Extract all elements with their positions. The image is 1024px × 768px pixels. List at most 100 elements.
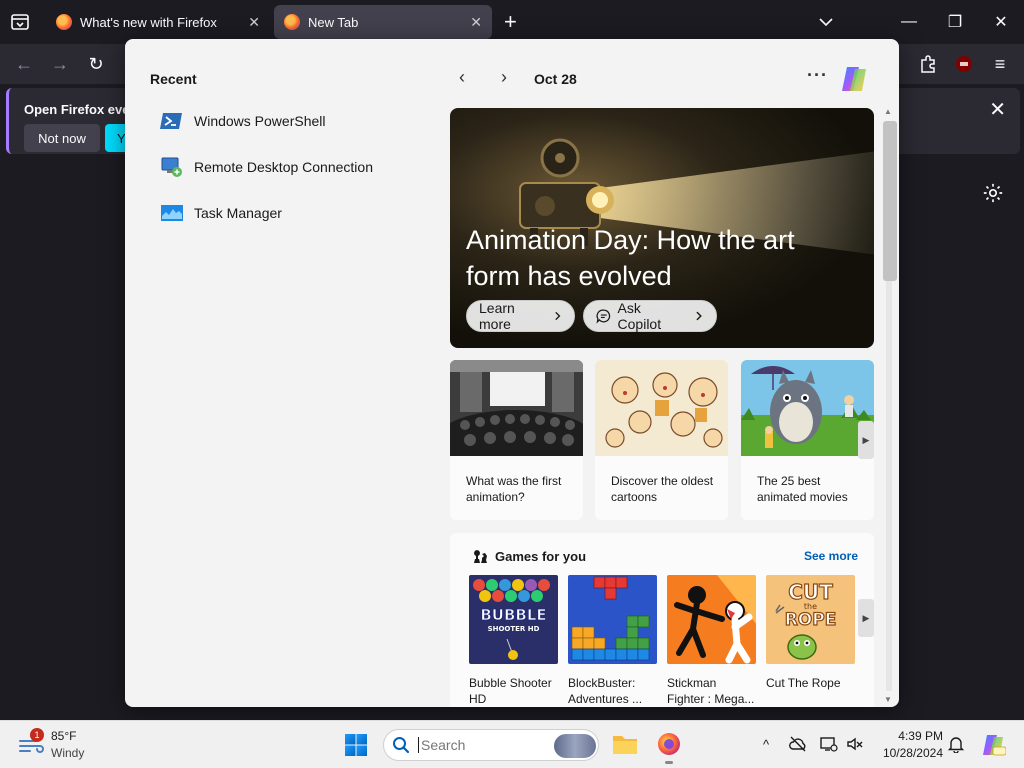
more-options-button[interactable]: ··· (807, 65, 828, 86)
bubble-logo-text: BUBBLE (480, 606, 546, 624)
scroll-up-arrow[interactable]: ▲ (884, 107, 892, 116)
start-menu-panel: Recent Windows PowerShell Remote Desktop… (125, 39, 899, 707)
story-card-best-animated-movies[interactable]: The 25 best animated movies (741, 360, 874, 520)
recent-item-label: Task Manager (194, 205, 282, 221)
tab-list-icon[interactable] (8, 10, 32, 34)
new-tab-button[interactable]: + (504, 9, 517, 35)
story-card-first-animation[interactable]: What was the first animation? (450, 360, 583, 520)
game-blockbuster[interactable]: BlockBuster: Adventures ... (568, 575, 657, 707)
recent-item-label: Remote Desktop Connection (194, 159, 373, 175)
remote-desktop-icon (161, 157, 182, 177)
notification-bell-icon[interactable] (947, 735, 965, 753)
chess-pieces-icon (474, 550, 487, 563)
recent-item-label: Windows PowerShell (194, 113, 326, 129)
maximize-button[interactable]: ❐ (932, 0, 978, 44)
tab-whats-new[interactable]: What's new with Firefox ✕ (46, 5, 270, 39)
hero-title: Animation Day: How the art form has evol… (466, 225, 795, 291)
game-stickman-fighter[interactable]: Stickman Fighter : Mega... (667, 575, 757, 707)
story-caption: Discover the oldest cartoons (611, 474, 714, 504)
learn-more-button[interactable]: Learn more (466, 300, 575, 332)
next-day-button[interactable]: › (501, 67, 507, 88)
clock-date[interactable]: 10/28/2024 (879, 746, 943, 760)
ublock-icon[interactable] (954, 54, 974, 74)
task-manager-icon (161, 205, 183, 221)
reload-button[interactable]: ↻ (84, 52, 108, 76)
chevron-right-icon (555, 311, 561, 321)
volume-muted-icon[interactable] (846, 735, 864, 753)
game-label-line1: Bubble Shooter (469, 676, 552, 690)
game-label-line1: Stickman (667, 676, 717, 690)
back-button[interactable]: ← (12, 52, 36, 76)
notification-close-icon[interactable]: ✕ (989, 97, 1006, 122)
taskbar-file-explorer[interactable] (612, 731, 638, 757)
tab-title: What's new with Firefox (80, 14, 217, 30)
recent-item-remote-desktop[interactable]: Remote Desktop Connection (160, 152, 373, 182)
cut-logo-text: CUT (788, 580, 833, 604)
recent-heading: Recent (150, 71, 197, 87)
previous-day-button[interactable]: ‹ (459, 67, 465, 88)
weather-condition: Windy (51, 746, 85, 760)
bubble-shooter-image: BUBBLE SHOOTER HD (469, 575, 558, 664)
games-next-button[interactable]: ▶ (858, 599, 874, 637)
tab-new-tab[interactable]: New Tab ✕ (274, 5, 492, 39)
taskbar-search[interactable] (383, 729, 599, 761)
notification-message: Open Firefox ever (24, 102, 135, 117)
gear-icon[interactable] (982, 182, 1004, 204)
tab-close-icon[interactable]: ✕ (470, 14, 482, 31)
extensions-icon[interactable] (918, 54, 938, 74)
game-bubble-shooter[interactable]: BUBBLE SHOOTER HD Bubble Shooter HD (469, 575, 558, 707)
cards-next-button[interactable]: ▶ (858, 421, 874, 459)
tab-close-icon[interactable]: ✕ (248, 14, 260, 31)
browser-tab-bar: What's new with Firefox ✕ New Tab ✕ + — … (0, 0, 1024, 44)
ask-copilot-button[interactable]: Ask Copilot (583, 300, 717, 332)
scroll-down-arrow[interactable]: ▼ (884, 695, 892, 704)
feed-scrollbar[interactable]: ▲ ▼ (882, 107, 897, 707)
firefox-icon (284, 14, 300, 30)
copilot-icon[interactable] (838, 63, 870, 95)
copilot-icon[interactable] (980, 732, 1006, 758)
chat-bubble-icon (596, 309, 611, 324)
feed-date: Oct 28 (534, 71, 577, 87)
minimize-button[interactable]: — (886, 0, 932, 44)
hero-story-card[interactable]: Animation Day: How the art form has evol… (450, 108, 874, 348)
game-label-line1: Cut The Rope (766, 676, 841, 690)
forward-button[interactable]: → (48, 52, 72, 76)
weather-alert-badge: 1 (30, 728, 44, 742)
cut-the-rope-image: CUT the ROPE (766, 575, 855, 664)
story-caption: What was the first animation? (466, 474, 562, 504)
cloud-offline-icon[interactable] (789, 735, 807, 753)
chevron-down-icon[interactable] (816, 12, 836, 32)
show-hidden-icons-button[interactable]: ^ (757, 735, 775, 753)
learn-more-label: Learn more (479, 300, 515, 332)
not-now-button[interactable]: Not now (24, 124, 100, 152)
bubble-logo-subtext: SHOOTER HD (488, 625, 540, 633)
search-highlight-image (554, 734, 596, 758)
powershell-icon (160, 113, 182, 129)
scroll-thumb[interactable] (883, 121, 897, 281)
recent-item-powershell[interactable]: Windows PowerShell (160, 106, 326, 136)
clock-time[interactable]: 4:39 PM (895, 729, 943, 743)
story-card-oldest-cartoons[interactable]: Discover the oldest cartoons (595, 360, 728, 520)
firefox-icon (658, 733, 680, 755)
game-cut-the-rope[interactable]: CUT the ROPE Cut The Rope (766, 575, 855, 691)
search-icon (393, 737, 410, 754)
network-icon[interactable] (820, 735, 838, 753)
see-more-link[interactable]: See more (804, 549, 858, 563)
blockbuster-image (568, 575, 657, 664)
game-label-line2: Adventures ... (568, 692, 643, 706)
chevron-right-icon (696, 311, 703, 321)
game-label-line2: Fighter : Mega... (667, 692, 755, 706)
games-section: Games for you See more BUBBLE SHOOTER HD… (450, 533, 874, 707)
game-label-line1: BlockBuster: (568, 676, 636, 690)
taskbar-firefox[interactable] (656, 731, 682, 764)
menu-button[interactable]: ≡ (988, 52, 1012, 76)
search-input[interactable] (418, 737, 548, 753)
windows-start-icon[interactable] (344, 733, 368, 757)
ask-copilot-label: Ask Copilot (617, 300, 662, 332)
folder-icon (613, 736, 637, 754)
window-controls: — ❐ ✕ (886, 0, 1024, 44)
firefox-icon (56, 14, 72, 30)
close-button[interactable]: ✕ (978, 0, 1024, 44)
recent-item-task-manager[interactable]: Task Manager (160, 198, 282, 228)
cinema-audience-image (450, 360, 583, 470)
